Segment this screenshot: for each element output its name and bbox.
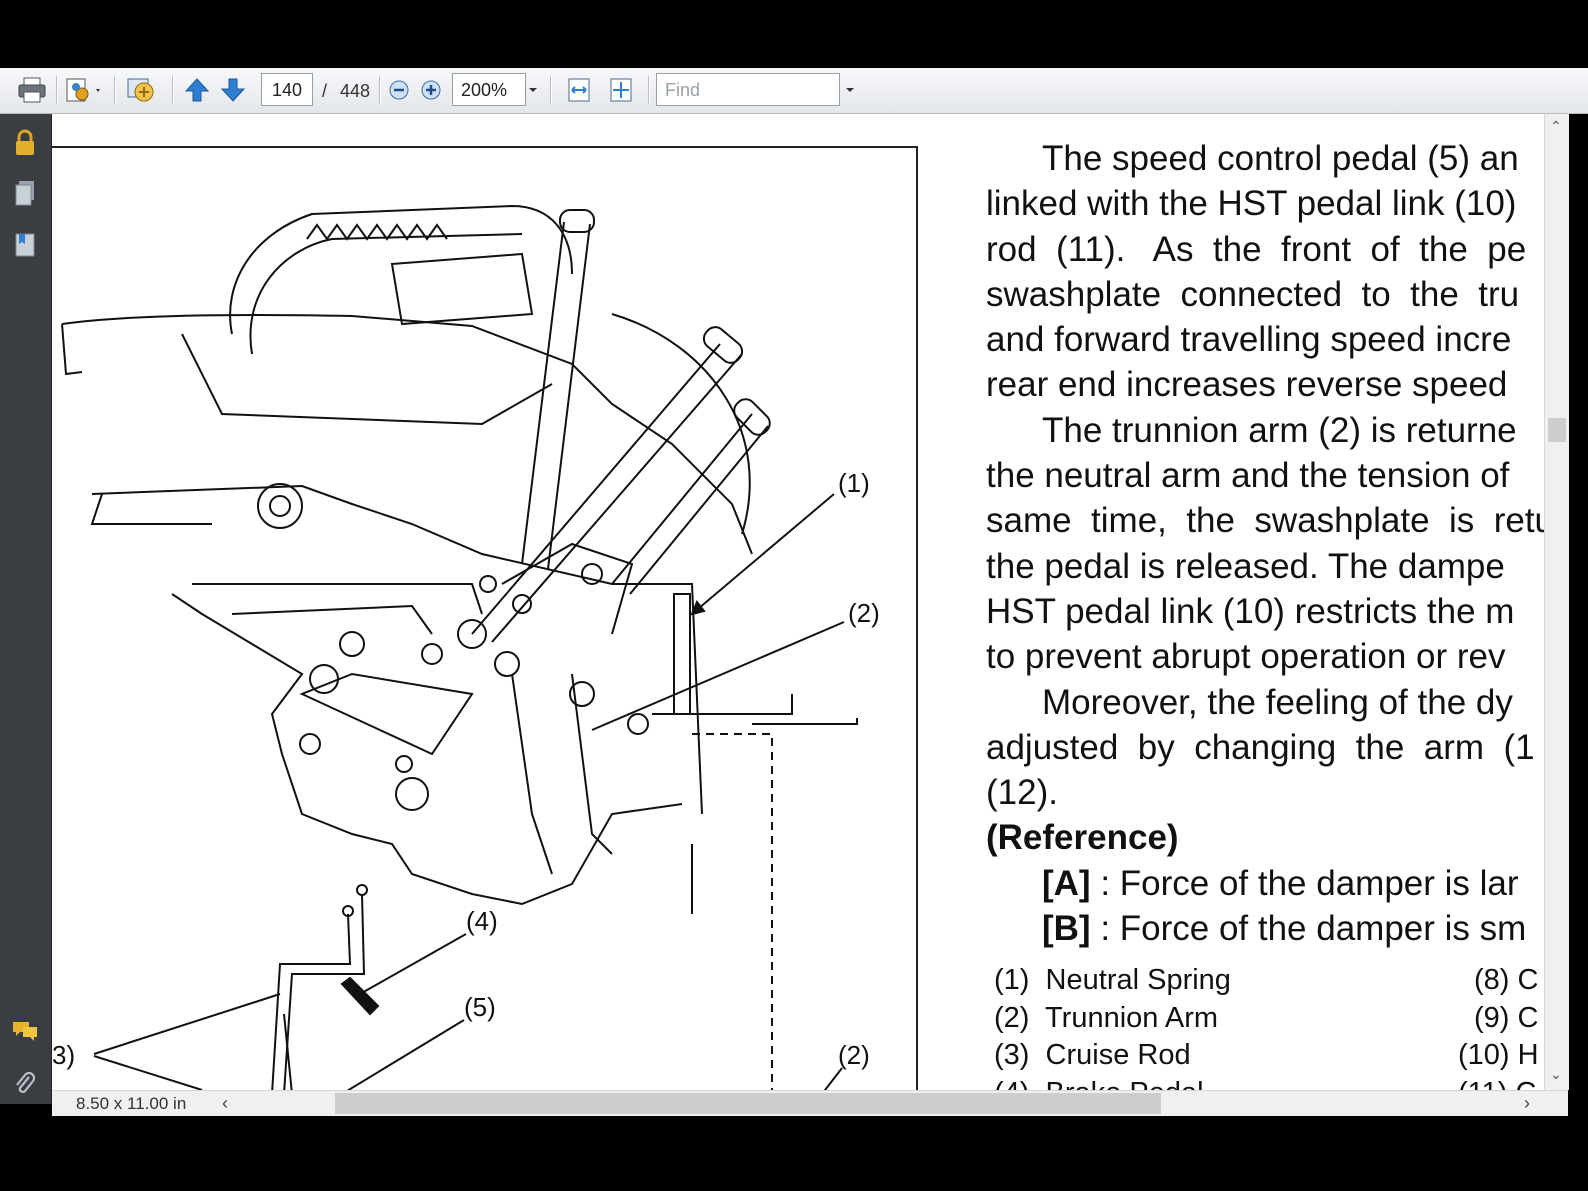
attachment-icon[interactable]	[10, 1069, 40, 1099]
legend-item: (8) C	[1474, 964, 1539, 996]
document-page: (1) (2) (4) (5) (2) 3) The speed control…	[52, 114, 1544, 1090]
legend-item: (11) C	[1458, 1075, 1536, 1091]
lock-icon[interactable]	[10, 128, 40, 158]
previous-page-icon[interactable]	[182, 75, 212, 105]
horizontal-scroll-thumb[interactable]	[335, 1093, 1161, 1114]
zoom-dropdown-icon[interactable]	[529, 88, 537, 92]
reference-heading: (Reference)	[986, 818, 1179, 858]
next-page-icon[interactable]	[218, 75, 248, 105]
toolbar: 140 / 448 200% Find	[0, 68, 1588, 114]
text-line: same time, the swashplate is retu	[986, 501, 1544, 541]
callout-2-lower: (2)	[838, 1040, 870, 1070]
bookmarks-icon[interactable]	[10, 230, 40, 260]
text-line: rear end increases reverse speed	[986, 365, 1508, 405]
scroll-down-icon[interactable]: ⌄	[1550, 1066, 1562, 1083]
text-line: to prevent abrupt operation or rev	[986, 637, 1506, 677]
reference-item-b: [B] : Force of the damper is sm	[986, 906, 1544, 951]
reference-item-a: [A] : Force of the damper is lar	[986, 861, 1544, 906]
page-separator: /	[322, 81, 328, 101]
pages-icon[interactable]	[10, 178, 40, 208]
share-icon[interactable]	[124, 75, 160, 105]
reference-text: : Force of the damper is lar	[1090, 863, 1519, 903]
legend-item: (4) Brake Pedal	[994, 1075, 1204, 1091]
reference-key: [A]	[1042, 863, 1091, 903]
reference-text: : Force of the damper is sm	[1090, 909, 1527, 949]
zoom-in-icon[interactable]	[418, 75, 444, 105]
page-size-label: 8.50 x 11.00 in	[76, 1094, 187, 1113]
page-setup-icon[interactable]	[62, 75, 106, 105]
scroll-right-icon[interactable]: ›	[1524, 1093, 1530, 1114]
status-bar: 8.50 x 11.00 in ‹ ›	[52, 1090, 1568, 1116]
text-line: The speed control pedal (5) an	[1042, 139, 1519, 178]
callout-5: (5)	[464, 992, 496, 1022]
zoom-out-icon[interactable]	[386, 75, 412, 105]
fit-width-icon[interactable]	[564, 75, 594, 105]
callout-1: (1)	[838, 468, 870, 498]
print-icon[interactable]	[16, 75, 48, 105]
legend-item: (9) C	[1474, 1001, 1539, 1034]
text-line: the neutral arm and the tension of	[986, 456, 1510, 496]
scroll-left-icon[interactable]: ‹	[222, 1093, 228, 1114]
fit-page-icon[interactable]	[606, 75, 636, 105]
legend-item: (1) Neutral Spring	[994, 964, 1231, 996]
hst-linkage-drawing: (1) (2) (4) (5) (2) 3)	[52, 204, 880, 1090]
scroll-up-icon[interactable]: ⌃	[1550, 118, 1562, 135]
text-line: linked with the HST pedal link (10)	[986, 184, 1517, 224]
legend-item: (2) Trunnion Arm	[994, 1001, 1219, 1034]
find-input[interactable]: Find	[656, 73, 840, 106]
reference-key: [B]	[1042, 909, 1091, 949]
vertical-scrollbar[interactable]: ⌃ ⌄	[1544, 114, 1569, 1090]
find-dropdown-icon[interactable]	[846, 88, 854, 92]
zoom-input[interactable]: 200%	[452, 73, 526, 106]
legend-item: (10) H	[1458, 1039, 1539, 1071]
callout-2: (2)	[848, 598, 880, 628]
text-line: The trunnion arm (2) is returne	[1042, 410, 1517, 450]
parts-legend: (1) Neutral Spring (8) C (2) Trunnion Arm…	[994, 962, 1544, 1090]
text-line: swashplate connected to the tru	[986, 274, 1520, 314]
navigation-sidebar	[0, 114, 52, 1104]
text-line: Moreover, the feeling of the dy	[1042, 682, 1513, 722]
text-line: the pedal is released. The dampe	[986, 546, 1505, 586]
text-line: (12).	[986, 773, 1058, 813]
callout-3: 3)	[52, 1040, 75, 1070]
text-line: adjusted by changing the arm (1	[986, 727, 1535, 767]
text-line: HST pedal link (10) restricts the m	[986, 591, 1515, 631]
page-number-input[interactable]: 140	[261, 73, 313, 106]
page-total: 448	[340, 81, 371, 101]
body-text: The speed control pedal (5) an linked wi…	[986, 136, 1544, 951]
text-line: and forward travelling speed incre	[986, 320, 1512, 360]
comments-icon[interactable]	[10, 1016, 40, 1046]
legend-item: (3) Cruise Rod	[994, 1039, 1191, 1071]
vertical-scroll-thumb[interactable]	[1548, 418, 1566, 442]
text-line: rod (11). As the front of the pe	[986, 229, 1527, 269]
callout-4: (4)	[466, 906, 498, 936]
